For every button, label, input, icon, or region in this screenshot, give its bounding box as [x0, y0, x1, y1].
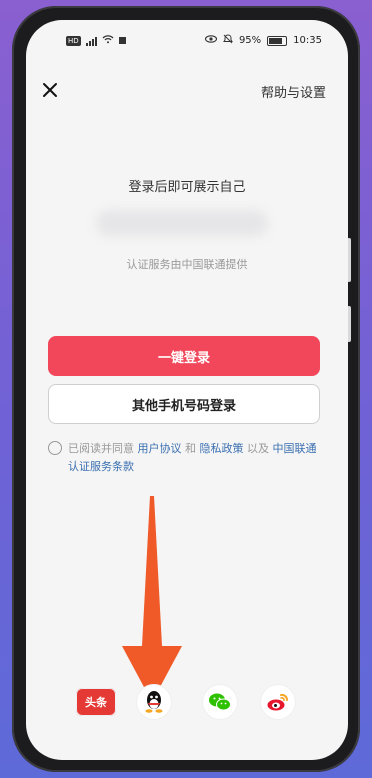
social-login-row: 头条	[26, 684, 348, 724]
pointer-arrow-icon	[122, 496, 182, 702]
weibo-icon	[267, 693, 288, 711]
help-settings-link[interactable]: 帮助与设置	[261, 82, 326, 101]
mute-icon	[223, 34, 233, 47]
user-agreement-link[interactable]: 用户协议	[138, 442, 182, 455]
masked-phone-number	[96, 210, 268, 236]
wifi-icon	[102, 34, 114, 47]
weibo-login-button[interactable]	[260, 684, 296, 720]
qq-login-button[interactable]	[136, 684, 172, 720]
cellular-signal-icon	[85, 36, 97, 46]
toutiao-login-button[interactable]: 头条	[76, 688, 116, 716]
agreement-radio[interactable]	[48, 441, 62, 455]
privacy-policy-link[interactable]: 隐私政策	[200, 442, 244, 455]
notification-icon	[118, 37, 126, 44]
battery-percent: 95%	[238, 35, 262, 46]
qq-icon	[145, 691, 163, 713]
other-phone-login-button[interactable]: 其他手机号码登录	[48, 384, 320, 424]
login-title: 登录后即可展示自己	[128, 180, 246, 195]
battery-icon	[267, 35, 288, 46]
agreement-row: 已阅读并同意 用户协议 和 隐私政策 以及 中国联通认证服务条款	[48, 440, 320, 476]
agreement-text: 已阅读并同意 用户协议 和 隐私政策 以及 中国联通认证服务条款	[68, 442, 317, 473]
toutiao-icon: 头条	[85, 696, 107, 709]
wechat-login-button[interactable]	[202, 684, 238, 720]
close-button[interactable]	[38, 78, 62, 102]
clock: 10:35	[293, 35, 322, 46]
hd-icon: HD	[66, 35, 81, 46]
wechat-icon	[209, 693, 231, 711]
close-icon	[43, 83, 57, 97]
eye-icon	[204, 35, 217, 46]
one-click-login-button[interactable]: 一键登录	[48, 336, 320, 376]
screen: HD 95% 10:35 帮助与设置 登录后即可展示自己 认证服务由中国联通提供…	[26, 20, 348, 760]
provider-text: 认证服务由中国联通提供	[126, 258, 248, 271]
status-bar: HD 95% 10:35	[26, 34, 348, 50]
